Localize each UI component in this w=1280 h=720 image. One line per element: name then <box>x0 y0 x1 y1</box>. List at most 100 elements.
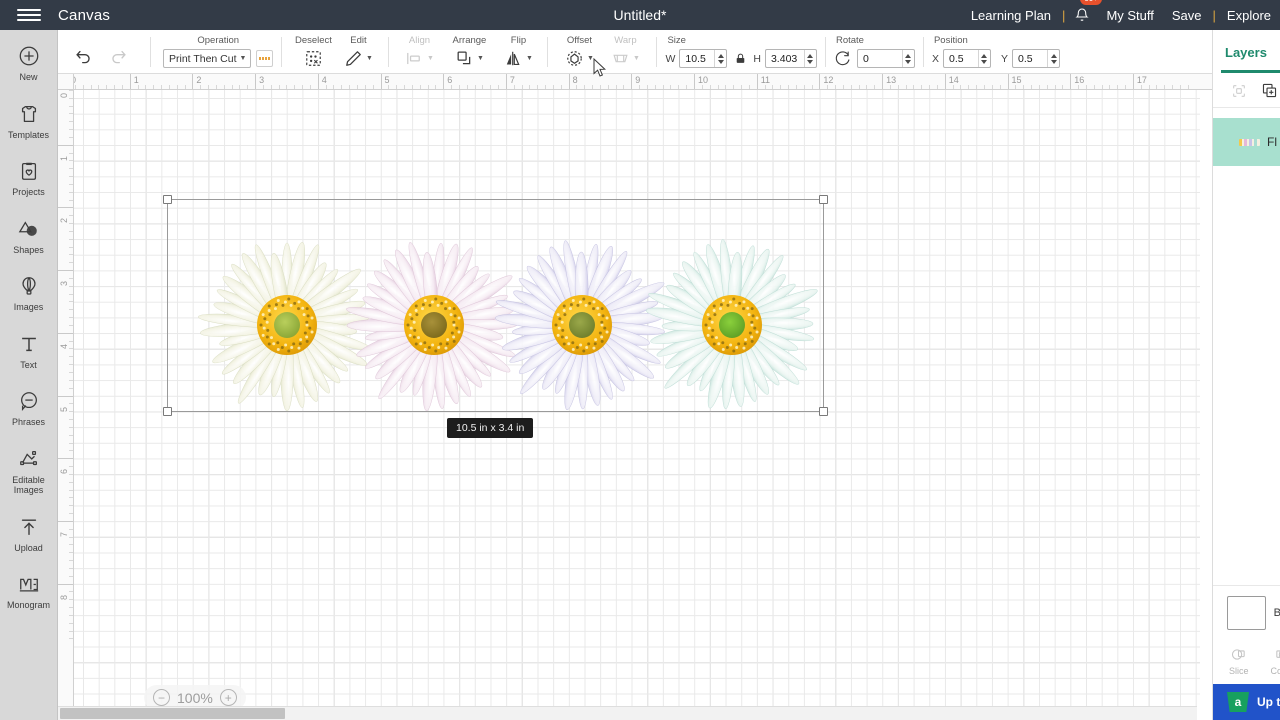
undo-redo-group <box>68 46 142 65</box>
clipboard-heart-icon <box>18 159 40 183</box>
height-stepper[interactable] <box>803 50 816 67</box>
app-header: Canvas Untitled* Learning Plan | 99+ My … <box>0 0 1280 30</box>
arrange-chevron-down-icon[interactable]: ▼ <box>477 55 484 62</box>
upgrade-button[interactable]: a Up t <box>1213 684 1280 720</box>
rotate-input-field[interactable] <box>857 52 902 65</box>
slice-button[interactable]: Slice <box>1229 646 1249 676</box>
edit-group: Edit ▼ <box>336 30 380 74</box>
horizontal-ruler[interactable]: 01234567891011121314151617 <box>74 74 1212 90</box>
sidebar-label-templates: Templates <box>7 129 50 140</box>
deselect-label: Deselect <box>294 35 332 46</box>
warp-chevron-down-icon: ▼ <box>632 55 640 62</box>
canvas-label: Canvas <box>58 6 111 24</box>
layer-color-swatch[interactable] <box>1227 596 1266 630</box>
ruler-number: 1 <box>133 75 139 85</box>
toolbar-divider <box>150 37 151 67</box>
ruler-tick <box>58 395 73 397</box>
flip-chevron-down-icon[interactable]: ▼ <box>526 55 533 62</box>
rotate-group: Rotate <box>834 30 915 74</box>
ruler-tick <box>694 74 695 89</box>
arrange-icon[interactable] <box>455 49 474 68</box>
combine-button[interactable]: Comb <box>1271 646 1280 676</box>
pos-x-input[interactable] <box>942 49 991 68</box>
sidebar-item-new[interactable]: New <box>0 38 57 87</box>
ruler-number: 6 <box>59 469 69 475</box>
sidebar-item-text[interactable]: Text <box>0 326 57 375</box>
deselect-icon[interactable] <box>304 49 323 68</box>
pos-x-label: X <box>931 52 939 65</box>
ruler-number: 12 <box>823 75 834 85</box>
my-stuff-link[interactable]: My Stuff <box>1097 8 1162 23</box>
redo-icon[interactable] <box>109 46 128 65</box>
selection-bounding-box[interactable] <box>163 195 828 416</box>
ruler-tick <box>944 74 946 89</box>
horizontal-scrollbar[interactable] <box>58 706 1197 720</box>
ruler-tick <box>1132 74 1134 89</box>
width-stepper[interactable] <box>714 50 726 67</box>
handle-top-right[interactable] <box>819 195 828 204</box>
ruler-number: 11 <box>760 75 771 85</box>
learning-plan-link[interactable]: Learning Plan <box>962 8 1060 23</box>
group-icon[interactable] <box>1231 83 1247 99</box>
chevron-down-icon: ▼ <box>239 55 247 62</box>
width-input[interactable] <box>679 49 728 68</box>
explore-button[interactable]: Explore <box>1218 8 1280 23</box>
edit-chevron-down-icon[interactable]: ▼ <box>366 55 373 62</box>
operation-select[interactable]: Print Then Cut ▼ <box>163 49 252 68</box>
shapes-icon <box>17 217 41 241</box>
pos-x-input-field[interactable] <box>943 52 978 65</box>
pos-y-input[interactable] <box>1012 49 1060 68</box>
aspect-lock-button[interactable] <box>727 52 753 65</box>
ruler-number: 13 <box>886 75 897 85</box>
rotate-stepper[interactable] <box>901 50 914 67</box>
sidebar-item-monogram[interactable]: Monogram <box>0 566 57 615</box>
canvas-area[interactable]: 01234567891011121314151617 012345678 <box>58 74 1212 720</box>
ruler-number: 3 <box>59 281 69 287</box>
sidebar-item-templates[interactable]: Templates <box>0 96 57 145</box>
zoom-in-button[interactable]: + <box>219 689 237 706</box>
rotate-input[interactable] <box>856 49 915 68</box>
ruler-tick <box>756 74 758 89</box>
text-t-icon <box>18 332 40 356</box>
zoom-out-button[interactable]: − <box>153 689 170 706</box>
pos-y-input-field[interactable] <box>1013 52 1047 65</box>
sidebar-label-projects: Projects <box>12 187 45 197</box>
operation-color-swatch[interactable] <box>256 50 274 67</box>
width-input-field[interactable] <box>680 52 715 65</box>
undo-icon[interactable] <box>74 46 93 65</box>
sidebar-item-phrases[interactable]: Phrases <box>0 383 57 432</box>
sidebar-item-editable-images[interactable]: Editable Images <box>0 441 57 500</box>
ruler-tick <box>380 74 382 89</box>
ruler-number: 17 <box>1136 75 1147 85</box>
toolbar-divider-4 <box>547 37 549 67</box>
vertical-ruler[interactable]: 0 1 2 3 4 5 6 7 8 <box>58 90 74 720</box>
arrange-group: Arrange ▼ <box>441 30 497 74</box>
handle-bottom-left[interactable] <box>163 407 172 416</box>
notification-badge: 99+ <box>1080 0 1103 5</box>
toolbar-divider-2 <box>281 37 283 67</box>
handle-top-left[interactable] <box>163 195 172 204</box>
sidebar-item-images[interactable]: Images <box>0 268 57 317</box>
sidebar-item-upload[interactable]: Upload <box>0 509 57 558</box>
canvas-grid[interactable]: 10.5 in x 3.4 in <box>74 90 1200 708</box>
duplicate-layer-icon[interactable] <box>1261 82 1278 99</box>
rotate-icon[interactable] <box>834 50 851 67</box>
notifications-button[interactable]: 99+ <box>1067 0 1103 30</box>
pencil-icon[interactable] <box>344 49 363 68</box>
color-swatch-row: B <box>1213 585 1280 640</box>
height-input-field[interactable] <box>765 52 804 65</box>
hamburger-menu-icon[interactable] <box>0 0 58 30</box>
height-input[interactable] <box>764 49 817 68</box>
pos-x-stepper[interactable] <box>977 50 990 67</box>
horizontal-scroll-thumb[interactable] <box>60 708 285 719</box>
save-button[interactable]: Save <box>1163 8 1211 23</box>
sidebar-item-projects[interactable]: Projects <box>0 153 57 202</box>
layer-row-flowers[interactable]: Fl <box>1213 118 1280 166</box>
sidebar-item-shapes[interactable]: Shapes <box>0 211 57 260</box>
warp-group: Warp ▼ <box>602 30 648 74</box>
offset-icon[interactable] <box>565 49 584 68</box>
pos-y-stepper[interactable] <box>1047 50 1059 67</box>
handle-bottom-right[interactable] <box>819 407 828 416</box>
flip-icon[interactable] <box>504 49 523 68</box>
tab-layers[interactable]: Layers <box>1221 45 1280 73</box>
